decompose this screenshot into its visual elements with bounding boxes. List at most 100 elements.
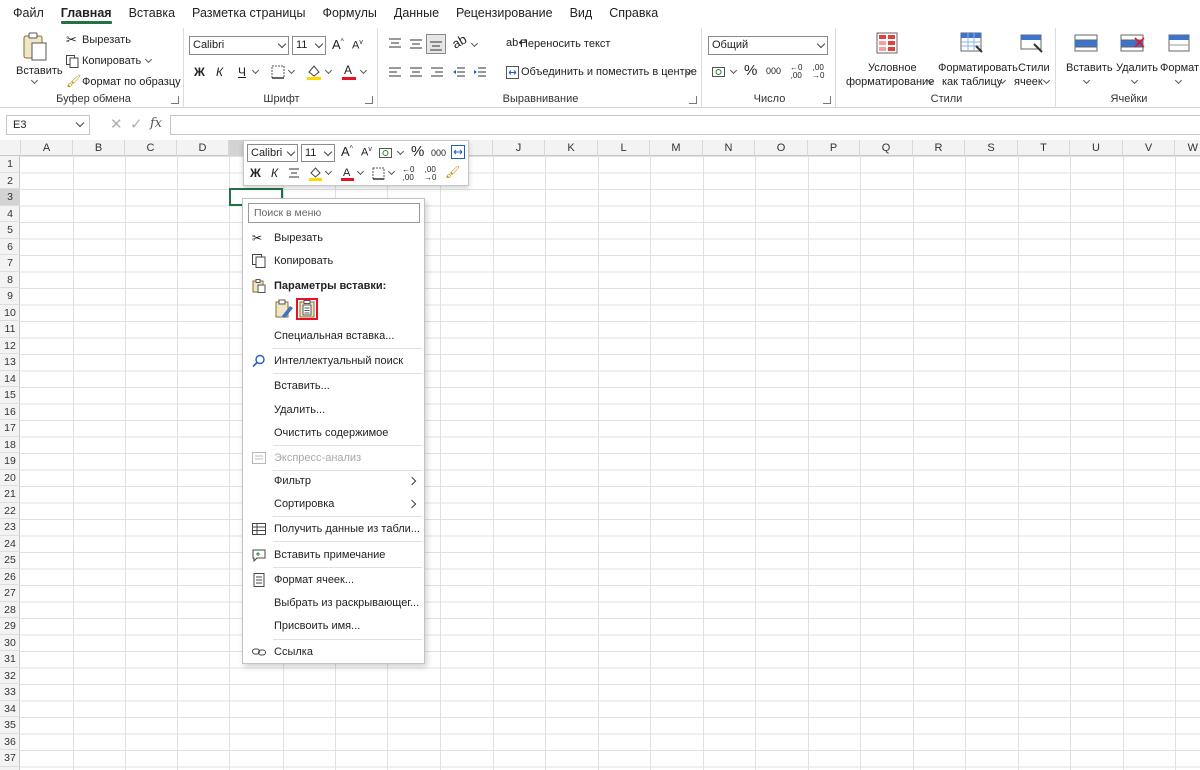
row-header[interactable]: 16 xyxy=(0,404,20,420)
align-left-icon[interactable] xyxy=(388,67,402,79)
row-header[interactable]: 5 xyxy=(0,222,20,239)
tab-insert[interactable]: Вставка xyxy=(129,0,175,26)
decrease-decimal-icon[interactable]: ,00 →0 xyxy=(424,166,436,182)
chevron-down-icon[interactable] xyxy=(729,66,738,75)
menu-item-cut[interactable]: ✂ Вырезать xyxy=(243,228,424,248)
wrap-text-button[interactable]: ab↵ Переносить текст xyxy=(504,36,614,54)
name-box[interactable]: E3 xyxy=(6,115,90,135)
row-header[interactable]: 18 xyxy=(0,437,20,453)
thousands-separator-button[interactable]: 000 xyxy=(431,148,446,158)
column-header[interactable]: R xyxy=(913,140,965,156)
column-header[interactable]: O xyxy=(755,140,808,156)
tab-help[interactable]: Справка xyxy=(609,0,658,26)
menu-item-sort[interactable]: Сортировка xyxy=(243,494,424,514)
insert-function-button[interactable]: fx xyxy=(150,116,162,131)
chevron-down-icon[interactable] xyxy=(396,147,405,156)
row-header[interactable]: 10 xyxy=(0,305,20,321)
mini-font-size-combo[interactable]: 11 xyxy=(301,144,335,162)
row-header[interactable]: 17 xyxy=(0,420,20,437)
decrease-decimal-icon[interactable]: ,00 →0 xyxy=(812,64,824,80)
row-header[interactable]: 25 xyxy=(0,552,20,569)
column-header[interactable]: S xyxy=(965,140,1018,156)
fill-color-icon[interactable] xyxy=(308,165,323,182)
row-header[interactable]: 9 xyxy=(0,288,20,305)
increase-decimal-icon[interactable]: ←0,00 xyxy=(402,166,414,182)
row-header[interactable]: 29 xyxy=(0,618,20,635)
row-header[interactable]: 4 xyxy=(0,206,20,222)
italic-button[interactable]: К xyxy=(216,65,223,79)
cancel-icon[interactable]: ✕ xyxy=(110,115,123,133)
percent-button[interactable]: % xyxy=(744,62,757,79)
column-header[interactable]: T xyxy=(1018,140,1070,156)
row-header[interactable]: 7 xyxy=(0,255,20,272)
decrease-indent-icon[interactable] xyxy=(452,67,466,79)
column-header[interactable]: D xyxy=(177,140,229,156)
cell-grid[interactable] xyxy=(20,156,1200,770)
bold-button[interactable]: Ж xyxy=(250,166,261,180)
chevron-down-icon[interactable] xyxy=(251,66,260,75)
formula-input[interactable] xyxy=(170,115,1200,135)
dialog-launcher-icon[interactable] xyxy=(823,96,831,104)
paste-option-formulas[interactable] xyxy=(273,298,295,320)
column-header[interactable]: K xyxy=(545,140,598,156)
font-name-combo[interactable]: Calibri xyxy=(189,36,289,55)
menu-search-input[interactable]: Поиск в меню xyxy=(248,203,420,223)
format-painter-button[interactable]: 🖌 Формат по образцу xyxy=(64,74,181,92)
row-header[interactable]: 11 xyxy=(0,321,20,338)
tab-page-layout[interactable]: Разметка страницы xyxy=(192,0,305,26)
row-header[interactable]: 3 xyxy=(0,189,20,206)
row-header[interactable]: 1 xyxy=(0,156,20,173)
shrink-font-icon[interactable]: Av xyxy=(361,146,372,159)
column-header[interactable]: C xyxy=(125,140,177,156)
italic-button[interactable]: К xyxy=(271,166,278,180)
chevron-down-icon[interactable] xyxy=(287,66,296,75)
mini-font-name-combo[interactable]: Calibri xyxy=(247,144,298,162)
chevron-down-icon[interactable] xyxy=(324,167,333,176)
row-header[interactable]: 34 xyxy=(0,701,20,717)
column-header[interactable]: L xyxy=(598,140,650,156)
enter-icon[interactable]: ✓ xyxy=(130,115,143,133)
copy-button[interactable]: Копировать xyxy=(64,53,174,71)
row-header[interactable]: 22 xyxy=(0,503,20,519)
column-header[interactable]: A xyxy=(21,140,73,156)
tab-file[interactable]: Файл xyxy=(13,0,44,26)
bold-button[interactable]: Ж xyxy=(194,65,205,79)
tab-review[interactable]: Рецензирование xyxy=(456,0,553,26)
align-top-icon[interactable] xyxy=(388,38,402,50)
percent-button[interactable]: % xyxy=(411,143,424,160)
borders-icon[interactable] xyxy=(271,65,285,79)
increase-indent-icon[interactable] xyxy=(473,67,487,79)
paste-option-values[interactable] xyxy=(296,298,318,320)
menu-item-get-data-from-table[interactable]: Получить данные из табли... xyxy=(243,519,424,539)
chevron-down-icon[interactable] xyxy=(359,66,368,75)
row-header[interactable]: 12 xyxy=(0,338,20,354)
menu-item-paste-special[interactable]: Специальная вставка... xyxy=(243,326,424,346)
row-header[interactable]: 24 xyxy=(0,536,20,552)
row-header[interactable]: 27 xyxy=(0,585,20,602)
conditional-formatting-button[interactable]: Условное форматирование xyxy=(840,30,934,92)
dialog-launcher-icon[interactable] xyxy=(365,96,373,104)
column-header[interactable]: Q xyxy=(860,140,913,156)
align-middle-icon[interactable] xyxy=(409,38,423,50)
row-header[interactable]: 28 xyxy=(0,602,20,618)
row-header[interactable]: 8 xyxy=(0,272,20,288)
menu-item-link[interactable]: Ссылка xyxy=(243,642,424,662)
format-as-table-button[interactable]: Форматировать как таблицу xyxy=(934,30,1018,92)
merge-center-icon[interactable] xyxy=(451,145,465,159)
tab-home[interactable]: Главная xyxy=(60,0,112,26)
grow-font-icon[interactable]: A^ xyxy=(341,144,353,159)
row-header[interactable]: 26 xyxy=(0,569,20,585)
borders-icon[interactable] xyxy=(372,167,385,180)
row-header[interactable]: 31 xyxy=(0,651,20,668)
column-header[interactable]: M xyxy=(650,140,703,156)
row-header[interactable]: 14 xyxy=(0,371,20,387)
row-header[interactable]: 19 xyxy=(0,453,20,470)
align-center-icon[interactable] xyxy=(409,67,423,79)
align-bottom-button[interactable] xyxy=(426,34,446,54)
column-header[interactable]: B xyxy=(73,140,125,156)
column-header[interactable]: V xyxy=(1123,140,1175,156)
paste-button[interactable]: Вставить xyxy=(12,30,63,86)
fill-color-icon[interactable] xyxy=(306,63,322,81)
row-header[interactable]: 35 xyxy=(0,717,20,734)
column-header[interactable]: W xyxy=(1175,140,1200,156)
